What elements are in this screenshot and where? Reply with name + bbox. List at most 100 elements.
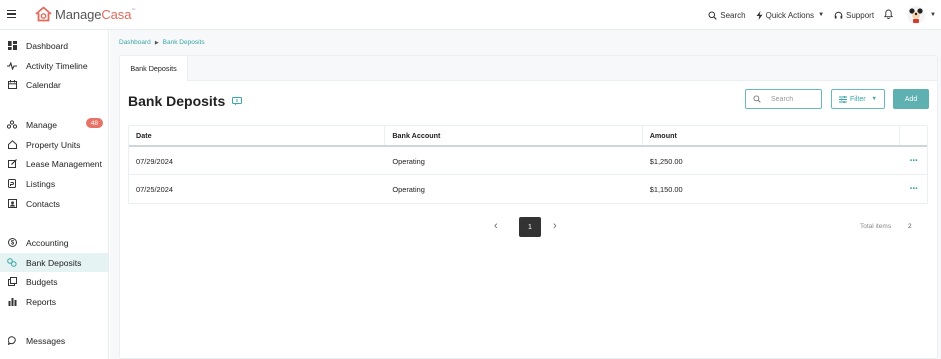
cell-bank-account: Operating [392, 156, 425, 166]
sidebar-item-label: Contacts [26, 198, 60, 209]
support-link[interactable]: Support [834, 11, 874, 20]
sidebar-item-bank-deposits[interactable]: Bank Deposits [0, 253, 108, 272]
breadcrumb-separator-icon: ▶ [154, 39, 159, 46]
home-icon [7, 140, 17, 150]
sidebar-item-label: Property Units [26, 139, 81, 150]
prev-page-icon[interactable]: ‹ [494, 220, 498, 232]
add-button[interactable]: Add [893, 89, 929, 109]
sidebar-item-label: Reports [26, 296, 57, 307]
budget-icon [7, 277, 17, 287]
deposits-table: Date Bank Account Amount 07/29/2024 Oper… [128, 125, 928, 204]
top-search-label: Search [720, 10, 746, 20]
column-header-amount[interactable]: Amount [643, 126, 901, 145]
sidebar-item-messages[interactable]: Messages [0, 331, 108, 350]
sidebar-item-manage[interactable]: Manage 48 [0, 115, 108, 134]
sidebar-item-label: Lease Management [26, 158, 102, 169]
tab-bar: Bank Deposits [120, 56, 937, 81]
sidebar-item-accounting[interactable]: $ Accounting [0, 233, 108, 252]
filter-button[interactable]: Filter ▼ [831, 89, 885, 109]
column-header-actions [900, 126, 927, 145]
search-field[interactable] [745, 89, 822, 109]
column-header-date[interactable]: Date [129, 126, 386, 145]
top-search-link[interactable]: Search [708, 10, 746, 20]
page-title: Bank Deposits [128, 93, 226, 109]
column-header-bank-account[interactable]: Bank Account [385, 126, 643, 145]
calendar-icon [7, 80, 17, 90]
house-logo-icon [35, 6, 52, 22]
logo-text: ManageCasa™ [55, 6, 136, 22]
sidebar-item-label: Listings [26, 178, 56, 189]
manage-icon [7, 120, 17, 130]
next-page-icon[interactable]: › [553, 220, 557, 232]
reports-icon [7, 297, 17, 307]
bell-icon[interactable] [883, 9, 894, 21]
pulse-icon [7, 61, 17, 71]
sidebar-item-lease-management[interactable]: Lease Management [0, 154, 108, 173]
table-row[interactable]: 07/25/2024 Operating $1,150.00 ··· [129, 175, 927, 203]
more-actions-icon[interactable]: ··· [910, 183, 919, 195]
main-content: Dashboard ▶ Bank Deposits Bank Deposits … [110, 30, 941, 359]
total-items-label: Total items [860, 223, 892, 230]
sidebar-item-listings[interactable]: Listings [0, 174, 108, 193]
top-bar: ManageCasa™ Search Quick Actions ▼ Suppo… [0, 0, 941, 30]
cell-bank-account: Operating [392, 184, 425, 194]
support-label: Support [846, 10, 875, 20]
cell-amount: $1,150.00 [649, 184, 683, 194]
cell-date: 07/25/2024 [136, 184, 173, 194]
lightning-icon [756, 10, 763, 20]
sidebar-item-label: Calendar [26, 79, 61, 90]
total-items-count: 2 [908, 223, 912, 230]
content-panel: Bank Deposits Bank Deposits Filter ▼ Add… [119, 55, 938, 359]
quick-actions-menu[interactable]: Quick Actions ▼ [756, 10, 825, 20]
sidebar-item-label: Messages [26, 335, 66, 346]
filter-label: Filter [849, 95, 866, 103]
listing-icon [7, 179, 17, 189]
avatar[interactable] [907, 6, 926, 24]
dashboard-icon [7, 41, 17, 51]
sidebar-item-label: Accounting [26, 237, 69, 248]
quick-actions-label: Quick Actions [765, 10, 815, 20]
sidebar-item-label: Dashboard [26, 40, 69, 51]
search-icon [753, 95, 761, 103]
table-row[interactable]: 07/29/2024 Operating $1,250.00 ··· [129, 147, 927, 175]
sidebar-item-contacts[interactable]: Contacts [0, 194, 108, 213]
breadcrumb-current[interactable]: Bank Deposits [163, 39, 205, 46]
table-header: Date Bank Account Amount [129, 126, 927, 147]
bank-deposit-icon [7, 258, 17, 268]
sidebar-item-dashboard[interactable]: Dashboard [0, 36, 108, 55]
sidebar-item-label: Activity Timeline [26, 60, 88, 71]
breadcrumb-dashboard-link[interactable]: Dashboard [119, 39, 151, 46]
headset-icon [834, 11, 843, 19]
tab-bank-deposits[interactable]: Bank Deposits [120, 56, 188, 81]
message-icon [7, 336, 17, 346]
cell-amount: $1,250.00 [649, 156, 683, 166]
hamburger-menu-icon[interactable] [7, 10, 16, 18]
pagination: ‹ 1 › Total items 2 [120, 217, 937, 237]
sidebar-item-label: Budgets [26, 276, 58, 287]
sidebar: Dashboard Activity Timeline Calendar Man… [0, 30, 109, 359]
manage-count-badge: 48 [85, 118, 103, 128]
breadcrumb: Dashboard ▶ Bank Deposits [119, 39, 205, 46]
info-chat-icon[interactable] [232, 97, 242, 108]
sidebar-item-reports[interactable]: Reports [0, 292, 108, 311]
sidebar-item-label: Bank Deposits [26, 257, 82, 268]
sidebar-item-budgets[interactable]: Budgets [0, 272, 108, 291]
cell-date: 07/29/2024 [136, 156, 173, 166]
search-icon [708, 11, 717, 20]
dollar-icon: $ [7, 238, 17, 248]
edit-icon [7, 159, 17, 169]
contacts-icon [7, 199, 17, 209]
sidebar-item-activity-timeline[interactable]: Activity Timeline [0, 56, 108, 75]
chevron-down-icon: ▼ [871, 96, 877, 102]
chevron-down-icon: ▼ [818, 12, 825, 18]
logo[interactable]: ManageCasa™ [35, 6, 135, 22]
avatar-chevron-down-icon[interactable]: ▼ [930, 12, 936, 18]
more-actions-icon[interactable]: ··· [910, 155, 919, 167]
filter-sliders-icon [838, 95, 847, 103]
sidebar-item-label: Manage [26, 119, 58, 130]
sidebar-item-property-units[interactable]: Property Units [0, 135, 108, 154]
sidebar-item-calendar[interactable]: Calendar [0, 75, 108, 94]
search-input[interactable] [771, 95, 816, 103]
user-avatar-icon [909, 8, 923, 23]
page-button-current[interactable]: 1 [519, 217, 541, 237]
